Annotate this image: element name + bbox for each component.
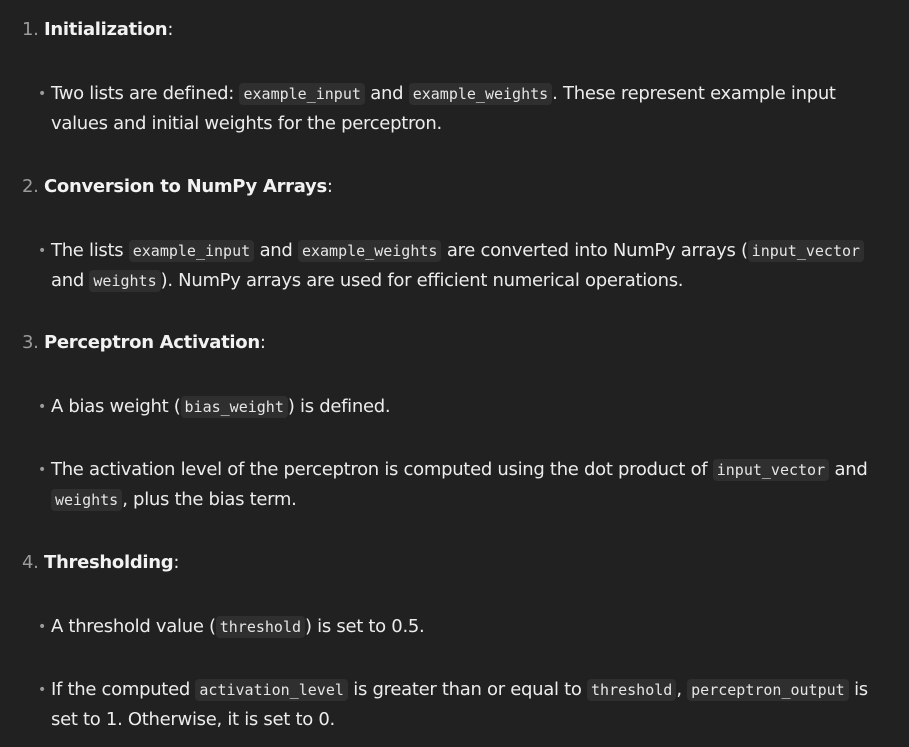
inline-code: weights	[89, 270, 161, 292]
text-run: are converted into NumPy arrays (	[441, 240, 748, 261]
inline-code: example_input	[128, 240, 255, 262]
section-title: Initialization	[44, 19, 168, 40]
text-run: The activation level of the perceptron i…	[51, 459, 713, 480]
text-run: ) is set to 0.5.	[305, 616, 425, 637]
list-item: • Two lists are defined: example_input a…	[38, 79, 888, 139]
text-run: Two lists are defined:	[51, 83, 240, 104]
bullet-text: The lists example_input and example_weig…	[51, 236, 888, 296]
list-item: • The lists example_input and example_we…	[38, 236, 888, 296]
section-title: Conversion to NumPy Arrays	[44, 176, 327, 197]
list-number: 1.	[22, 19, 39, 40]
list-item: • If the computed activation_level is gr…	[38, 675, 888, 735]
chat-message-content: 1. Initialization: • Two lists are defin…	[0, 0, 909, 747]
inline-code: activation_level	[195, 679, 348, 701]
inline-code: threshold	[587, 679, 677, 701]
text-run: The lists	[51, 240, 129, 261]
inline-code: example_weights	[408, 83, 553, 105]
section-title: Thresholding	[44, 552, 174, 573]
bullet-text: Two lists are defined: example_input and…	[51, 79, 888, 139]
section-heading-perceptron-activation: 3. Perceptron Activation:	[22, 332, 266, 353]
text-run: ,	[676, 679, 688, 700]
text-run: A threshold value (	[51, 616, 216, 637]
inline-code: perceptron_output	[687, 679, 849, 701]
inline-code: bias_weight	[180, 396, 288, 418]
bullet-text: A bias weight (bias_weight) is defined.	[51, 392, 888, 422]
text-run: is greater than or equal to	[347, 679, 588, 700]
bullet-icon: •	[38, 462, 46, 478]
section-heading-numpy-conversion: 2. Conversion to NumPy Arrays:	[22, 176, 333, 197]
bullet-icon: •	[38, 399, 46, 415]
bullet-icon: •	[38, 86, 46, 102]
inline-code: example_weights	[297, 240, 442, 262]
text-run: and	[51, 270, 90, 291]
inline-code: weights	[51, 489, 123, 511]
inline-code: threshold	[215, 616, 306, 638]
text-run: and	[829, 459, 868, 480]
text-run: ) is defined.	[287, 396, 391, 417]
text-run: If the computed	[51, 679, 196, 700]
section-heading-thresholding: 4. Thresholding:	[22, 552, 180, 573]
text-run: A bias weight (	[51, 396, 181, 417]
inline-code: input_vector	[712, 459, 830, 481]
section-title: Perceptron Activation	[44, 332, 260, 353]
list-item: • A threshold value (threshold) is set t…	[38, 612, 888, 642]
list-item: • The activation level of the perceptron…	[38, 455, 888, 515]
text-run: and	[254, 240, 298, 261]
list-item: • A bias weight (bias_weight) is defined…	[38, 392, 888, 422]
inline-code: example_input	[239, 83, 365, 105]
bullet-icon: •	[38, 243, 46, 259]
section-heading-initialization: 1. Initialization:	[22, 19, 174, 40]
bullet-text: A threshold value (threshold) is set to …	[51, 612, 888, 642]
text-run: , plus the bias term.	[122, 489, 297, 510]
list-number: 4.	[22, 552, 39, 573]
text-run: ). NumPy arrays are used for efficient n…	[160, 270, 684, 291]
list-number: 2.	[22, 176, 39, 197]
inline-code: input_vector	[747, 240, 865, 262]
bullet-icon: •	[38, 619, 46, 635]
bullet-text: The activation level of the perceptron i…	[51, 455, 888, 515]
list-number: 3.	[22, 332, 39, 353]
text-run: and	[364, 83, 409, 104]
bullet-text: If the computed activation_level is grea…	[51, 675, 888, 735]
bullet-icon: •	[38, 682, 46, 698]
